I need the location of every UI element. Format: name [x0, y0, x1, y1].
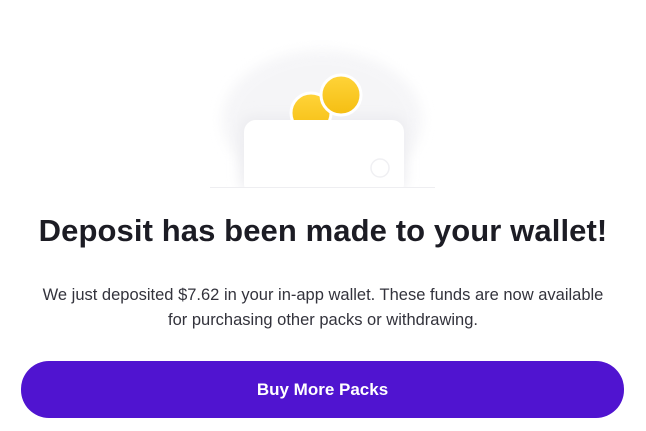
dialog-title: Deposit has been made to your wallet! — [38, 213, 608, 248]
deposit-message: We just deposited $7.62 in your in-app w… — [42, 286, 604, 329]
buy-more-packs-button[interactable]: Buy More Packs — [21, 361, 624, 418]
wallet-illustration — [210, 40, 435, 188]
wallet-with-coins-icon — [210, 50, 435, 188]
deposit-confirmation-screen: Deposit has been made to your wallet! We… — [0, 0, 646, 431]
